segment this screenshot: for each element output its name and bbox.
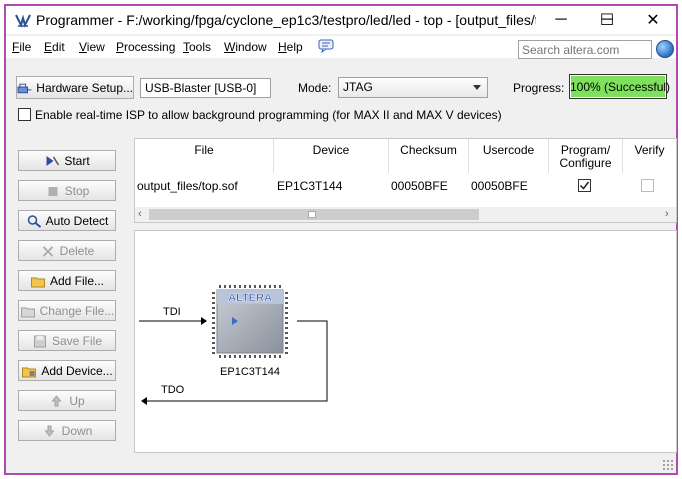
auto-detect-icon [27,214,41,228]
chevron-down-icon [473,85,481,90]
maximize-icon: ☐ [599,12,615,29]
jtag-chain-diagram: TDI ALTERA EP1C3T144 TDO [134,230,677,453]
checkmark-icon [579,181,590,190]
delete-icon [42,245,53,257]
change-file-button[interactable]: Change File... [18,300,116,321]
tdo-label: TDO [161,384,185,396]
menu-window[interactable]: Window [224,40,267,54]
mode-select[interactable]: JTAG [338,77,488,98]
add-device-label: Add Device... [41,363,113,378]
stop-button[interactable]: Stop [18,180,116,201]
programmer-app-icon [15,14,31,28]
start-icon [46,155,60,166]
progress-bar: 100% (Successful) [569,74,671,99]
progress-text: 100% (Successful) [570,80,671,94]
search-input[interactable] [518,40,652,59]
column-header-verify[interactable]: Verify [623,139,676,173]
maximize-button[interactable]: ☐ [584,6,630,34]
resize-grip-icon[interactable] [662,459,674,471]
file-table: File Device Checksum Usercode Program/ C… [134,138,677,223]
menu-help[interactable]: Help [278,40,303,54]
hardware-setup-icon [17,83,32,93]
hardware-field: USB-Blaster [USB-0] [140,78,271,98]
menu-view[interactable]: View [79,40,105,54]
start-button[interactable]: Start [18,150,116,171]
isp-label: Enable real-time ISP to allow background… [35,108,502,122]
min-button[interactable]: ─ [538,6,584,34]
add-device-icon [22,367,37,377]
menu-processing[interactable]: Processing [116,40,175,54]
tdo-arrow-icon [141,397,147,405]
mode-value: JTAG [343,80,373,94]
chevron-left-icon[interactable]: ‹ [138,208,142,220]
horizontal-scrollbar[interactable]: ‹ › [135,207,676,222]
change-file-label: Change File... [39,303,115,318]
start-label: Start [64,153,90,168]
cell-device: EP1C3T144 [277,179,343,193]
menu-edit[interactable]: Edit [44,40,65,54]
device-chip[interactable]: ALTERA [216,289,284,354]
isp-checkbox[interactable] [18,108,31,121]
save-file-button[interactable]: Save File [18,330,116,351]
column-header-program[interactable]: Program/ Configure [549,139,623,173]
chip-label: EP1C3T144 [220,366,280,378]
help-topic-icon[interactable] [318,39,334,53]
mode-label: Mode: [298,81,332,95]
change-file-icon [20,307,35,317]
progress-label: Progress: [513,81,565,95]
down-label: Down [61,423,93,438]
program-checkbox[interactable] [578,179,591,192]
save-file-icon [33,335,46,347]
stop-label: Stop [64,183,90,198]
up-label: Up [69,393,85,408]
add-file-button[interactable]: Add File... [18,270,116,291]
cell-usercode: 00050BFE [471,179,528,193]
tdi-arrow-icon [201,317,207,325]
scrollbar-thumb[interactable] [149,209,479,220]
menu-file[interactable]: File [12,40,31,54]
add-file-label: Add File... [49,273,105,288]
add-file-icon [30,277,45,287]
menu-tools[interactable]: Tools [183,40,211,54]
chevron-right-icon[interactable]: › [665,208,669,220]
cell-checksum: 00050BFE [391,179,448,193]
delete-button[interactable]: Delete [18,240,116,261]
close-button[interactable]: ✕ [630,6,676,34]
chain-svg: TDI ALTERA EP1C3T144 TDO [139,285,328,405]
hardware-setup-label: Hardware Setup... [36,80,133,95]
down-icon [44,425,55,437]
save-file-label: Save File [51,333,103,348]
add-device-button[interactable]: Add Device... [18,360,116,381]
globe-icon[interactable] [656,40,674,58]
hardware-setup-button[interactable]: Hardware Setup... [16,76,134,99]
cell-file: output_files/top.sof [137,179,238,193]
close-icon: ✕ [646,12,660,29]
hardware-toolbar: Hardware Setup... USB-Blaster [USB-0] Mo… [6,62,676,122]
stop-icon [48,186,58,196]
auto-detect-label: Auto Detect [45,213,109,228]
window-title: Programmer - F:/working/fpga/cyclone_ep1… [36,12,536,28]
column-header-checksum[interactable]: Checksum [389,139,469,173]
status-bar [6,458,676,473]
column-header-device[interactable]: Device [274,139,389,173]
altera-logo: ALTERA [228,292,272,304]
up-button[interactable]: Up [18,390,116,411]
delete-label: Delete [59,243,95,258]
programmer-window: Programmer - F:/working/fpga/cyclone_ep1… [4,4,678,475]
tdi-label: TDI [163,306,181,318]
minimize-glyph-icon: ─ [555,11,567,28]
column-header-usercode[interactable]: Usercode [469,139,549,173]
column-header-file[interactable]: File [135,139,274,173]
auto-detect-button[interactable]: Auto Detect [18,210,116,231]
up-icon [51,394,62,406]
verify-checkbox[interactable] [641,179,654,192]
menu-bar: File Edit View Processing Tools Window H… [6,36,676,59]
down-button[interactable]: Down [18,420,116,441]
